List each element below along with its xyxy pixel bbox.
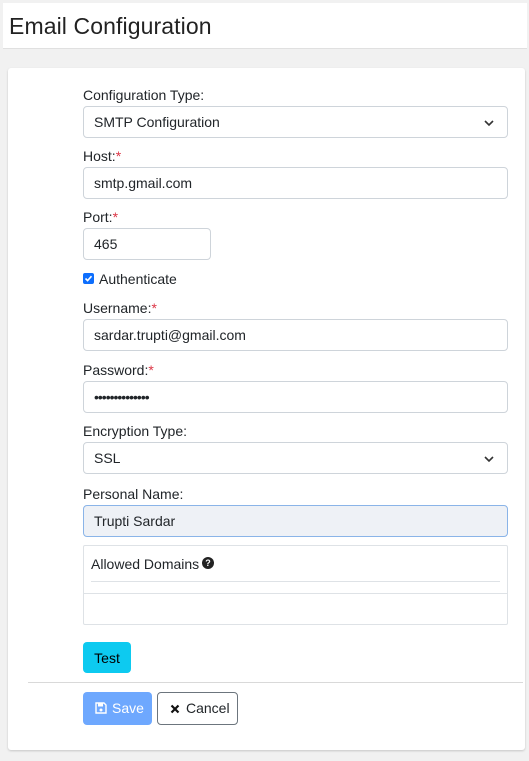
cancel-label: Cancel	[186, 700, 230, 716]
password-label: Password:*	[83, 362, 154, 378]
username-value: sardar.trupti@gmail.com	[94, 327, 246, 343]
configuration-type-value: SMTP Configuration	[94, 114, 220, 130]
encryption-type-select[interactable]: SSL	[83, 442, 508, 474]
save-label: Save	[112, 700, 144, 716]
password-value: ••••••••••••••	[94, 389, 150, 405]
password-input[interactable]: ••••••••••••••	[83, 381, 508, 413]
configuration-type-label: Configuration Type:	[83, 87, 205, 103]
port-value: 465	[94, 236, 118, 252]
encryption-type-label: Encryption Type:	[83, 423, 188, 439]
encryption-type-value: SSL	[94, 450, 121, 466]
divider	[91, 581, 500, 582]
footer-divider	[28, 682, 523, 683]
username-label: Username:*	[83, 300, 157, 316]
chevron-down-icon	[484, 120, 494, 127]
configuration-type-select[interactable]: SMTP Configuration	[83, 106, 508, 138]
page-header: Email Configuration	[3, 3, 527, 49]
cancel-button[interactable]: Cancel	[157, 692, 238, 725]
floppy-disk-icon	[95, 702, 107, 714]
save-button[interactable]: Save	[83, 692, 152, 725]
host-input[interactable]: smtp.gmail.com	[83, 167, 508, 199]
personal-name-label: Personal Name:	[83, 486, 184, 502]
allowed-domains-label: Allowed Domains	[91, 556, 200, 572]
check-icon	[84, 275, 93, 282]
chevron-down-icon	[484, 456, 494, 463]
authenticate-checkbox[interactable]	[83, 273, 94, 284]
username-input[interactable]: sardar.trupti@gmail.com	[83, 319, 508, 351]
host-value: smtp.gmail.com	[94, 175, 193, 191]
allowed-domains-panel: Allowed Domains ?	[83, 545, 508, 625]
divider	[84, 593, 507, 594]
question-circle-icon[interactable]: ?	[202, 557, 214, 569]
personal-name-value: Trupti Sardar	[94, 513, 176, 529]
close-icon	[170, 704, 180, 714]
host-label: Host:*	[83, 148, 122, 164]
page-title: Email Configuration	[9, 13, 212, 39]
port-input[interactable]: 465	[83, 228, 211, 260]
personal-name-input[interactable]: Trupti Sardar	[83, 505, 508, 537]
port-label: Port:*	[83, 209, 119, 225]
authenticate-label[interactable]: Authenticate	[99, 271, 177, 287]
test-button[interactable]: Test	[83, 642, 131, 673]
